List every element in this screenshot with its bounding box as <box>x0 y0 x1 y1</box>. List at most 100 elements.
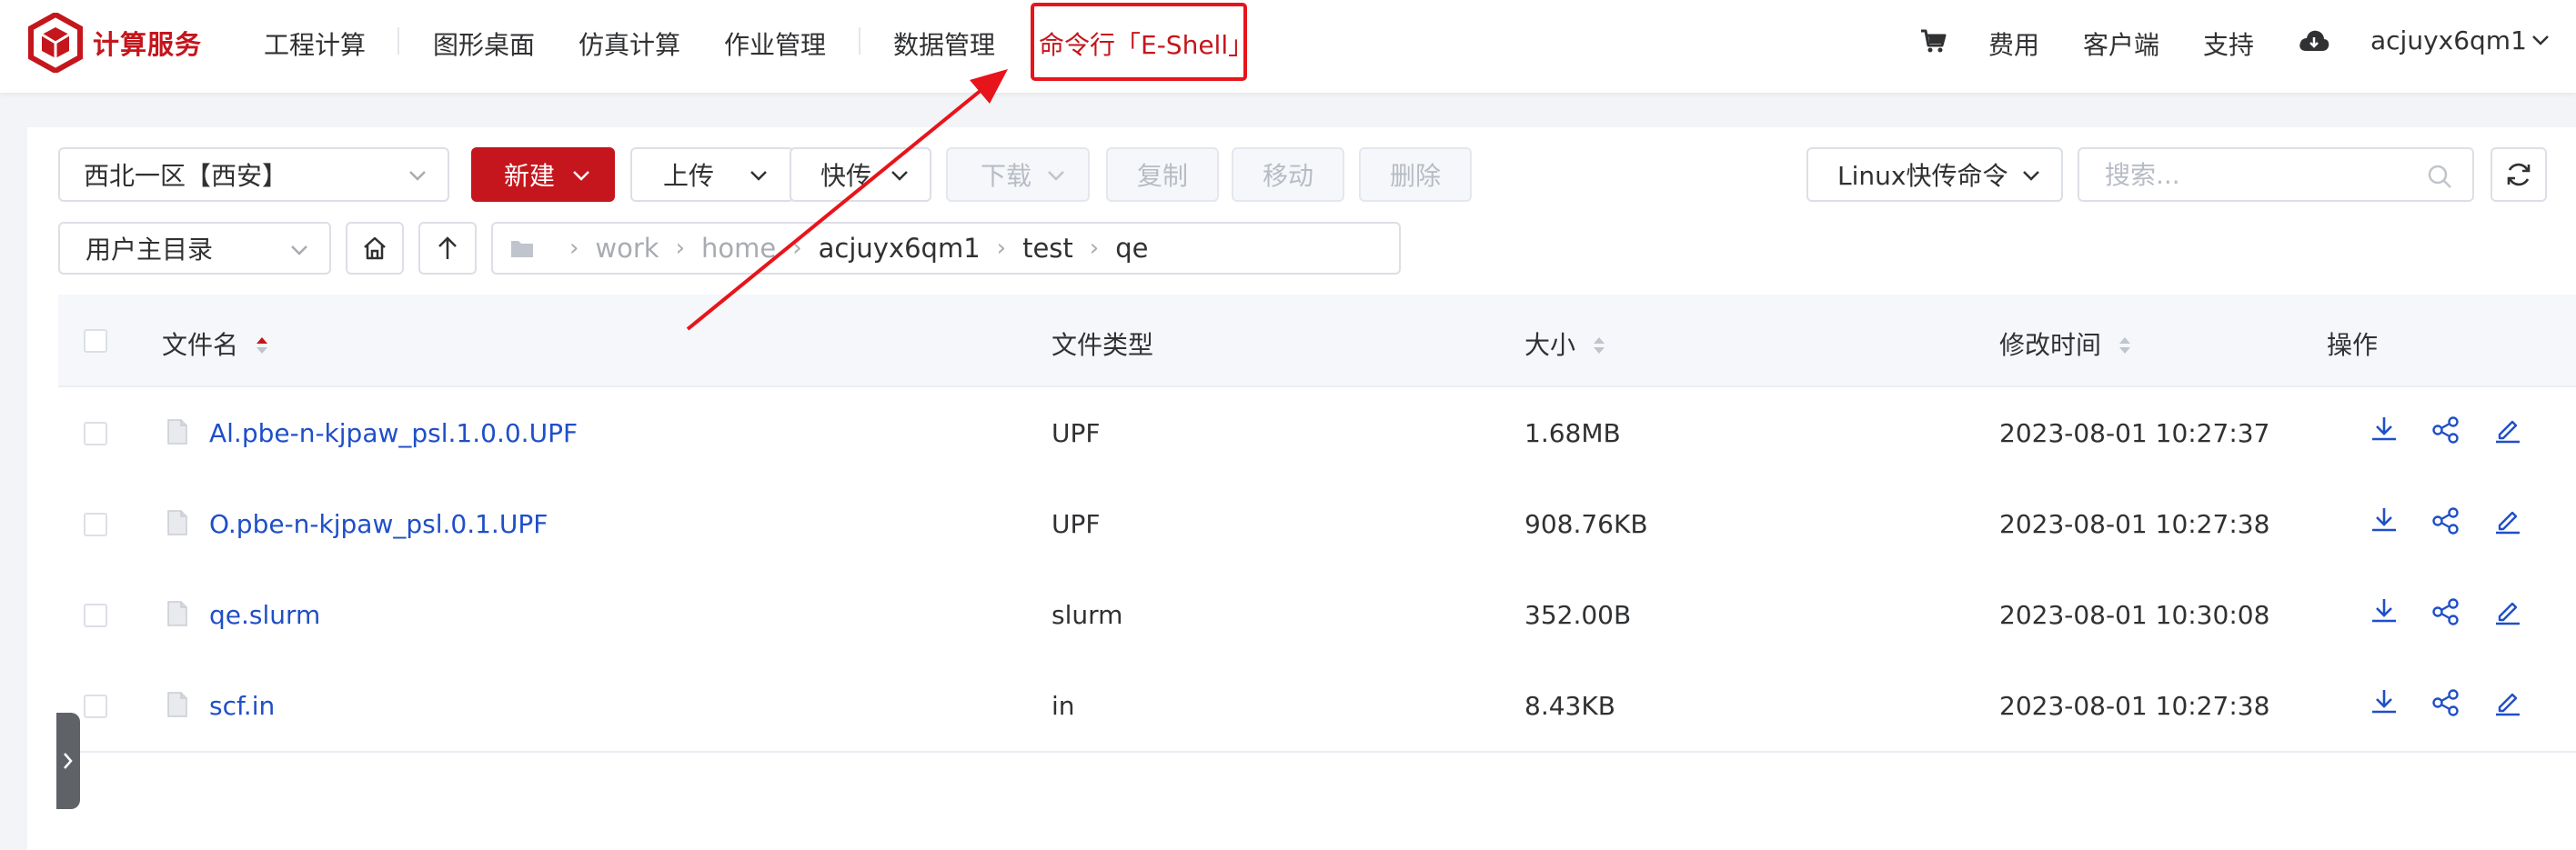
share-icon[interactable] <box>2430 596 2461 627</box>
chevron-down-icon[interactable] <box>2531 33 2551 47</box>
share-icon[interactable] <box>2430 687 2461 718</box>
nav-data-management[interactable]: 数据管理 <box>893 25 995 62</box>
table-row[interactable]: scf.in in 8.43KB 2023-08-01 10:27:38 <box>58 660 2576 753</box>
column-header-size[interactable]: 大小 <box>1524 325 1607 362</box>
new-button[interactable]: 新建 <box>471 147 615 202</box>
home-button[interactable] <box>346 222 404 275</box>
copy-button[interactable]: 复制 <box>1106 147 1219 202</box>
chevron-down-icon <box>2023 171 2039 181</box>
breadcrumb-separator: › <box>792 235 802 262</box>
table-row[interactable]: Al.pbe-n-kjpaw_psl.1.0.0.UPF UPF 1.68MB … <box>58 387 2576 480</box>
upload-button[interactable]: 上传 <box>630 147 794 202</box>
chevron-down-icon <box>409 171 426 181</box>
table-row[interactable]: O.pbe-n-kjpaw_psl.0.1.UPF UPF 908.76KB 2… <box>58 478 2576 571</box>
directory-scope-label: 用户主目录 <box>86 235 214 265</box>
file-name-link[interactable]: qe.slurm <box>209 600 320 630</box>
search-icon[interactable] <box>2427 164 2452 189</box>
new-label: 新建 <box>504 161 556 191</box>
breadcrumb-test[interactable]: test <box>1022 233 1073 264</box>
select-all-checkbox[interactable] <box>84 329 107 353</box>
file-name-link[interactable]: Al.pbe-n-kjpaw_psl.1.0.0.UPF <box>209 418 578 448</box>
breadcrumb-separator: › <box>996 235 1007 262</box>
cloud-download-icon[interactable] <box>2298 27 2330 55</box>
chevron-down-icon <box>1048 171 1064 181</box>
download-icon[interactable] <box>2369 505 2400 536</box>
user-menu[interactable]: acjuyx6qm1 <box>2370 25 2527 55</box>
linux-command-label: Linux快传命令 <box>1837 161 2008 191</box>
file-modified-time: 2023-08-01 10:27:38 <box>1999 509 2270 539</box>
edit-icon[interactable] <box>2492 687 2523 718</box>
move-button[interactable]: 移动 <box>1232 147 1344 202</box>
search-input[interactable] <box>2105 159 2414 190</box>
directory-scope-select[interactable]: 用户主目录 <box>58 222 331 275</box>
nav-client[interactable]: 客户端 <box>2083 25 2159 62</box>
brand-name[interactable]: 计算服务 <box>93 24 202 62</box>
row-checkbox[interactable] <box>84 422 107 445</box>
nav-job-management[interactable]: 作业管理 <box>724 25 826 62</box>
e-shell-highlight-box <box>1031 3 1247 81</box>
column-header-size-label: 大小 <box>1524 330 1576 360</box>
edit-icon[interactable] <box>2492 596 2523 627</box>
file-name-link[interactable]: O.pbe-n-kjpaw_psl.0.1.UPF <box>209 509 548 539</box>
nav-support[interactable]: 支持 <box>2203 25 2254 62</box>
nav-simulation[interactable]: 仿真计算 <box>579 25 680 62</box>
file-name-link[interactable]: scf.in <box>209 691 275 721</box>
breadcrumb: › work › home › acjuyx6qm1 › test › qe <box>491 222 1401 275</box>
column-header-modified[interactable]: 修改时间 <box>1999 325 2133 362</box>
nav-cost[interactable]: 费用 <box>1988 25 2039 62</box>
table-row[interactable]: qe.slurm slurm 352.00B 2023-08-01 10:30:… <box>58 569 2576 662</box>
edit-icon[interactable] <box>2492 505 2523 536</box>
arrow-up-icon <box>438 236 457 259</box>
sort-icon[interactable] <box>1591 334 1607 357</box>
file-modified-time: 2023-08-01 10:27:38 <box>1999 691 2270 721</box>
share-icon[interactable] <box>2430 415 2461 445</box>
breadcrumb-user[interactable]: acjuyx6qm1 <box>819 233 981 264</box>
file-type: in <box>1052 691 1075 721</box>
copy-label: 复制 <box>1136 161 1188 191</box>
breadcrumb-home[interactable]: home <box>701 233 776 264</box>
edit-icon[interactable] <box>2492 415 2523 445</box>
download-icon[interactable] <box>2369 687 2400 718</box>
sort-icon[interactable] <box>2117 334 2133 357</box>
linux-command-select[interactable]: Linux快传命令 <box>1806 147 2063 202</box>
region-select[interactable]: 西北一区【西安】 <box>58 147 449 202</box>
file-modified-time: 2023-08-01 10:30:08 <box>1999 600 2270 630</box>
download-icon[interactable] <box>2369 415 2400 445</box>
download-icon[interactable] <box>2369 596 2400 627</box>
parent-directory-button[interactable] <box>418 222 477 275</box>
download-button[interactable]: 下载 <box>946 147 1090 202</box>
chevron-down-icon <box>750 171 767 181</box>
share-icon[interactable] <box>2430 505 2461 536</box>
chevron-right-icon <box>64 753 73 769</box>
row-checkbox[interactable] <box>84 695 107 718</box>
column-header-name[interactable]: 文件名 <box>162 325 270 362</box>
breadcrumb-work[interactable]: work <box>595 233 659 264</box>
file-size: 908.76KB <box>1524 509 1648 539</box>
file-modified-time: 2023-08-01 10:27:37 <box>1999 418 2270 448</box>
refresh-button[interactable] <box>2490 147 2547 202</box>
file-manager-panel: 西北一区【西安】 新建 上传 快传 下载 复制 移动 删除 Linux快传命令 … <box>27 127 2576 850</box>
file-icon <box>167 510 187 535</box>
sidebar-toggle[interactable] <box>56 713 80 809</box>
fast-transfer-button[interactable]: 快传 <box>790 147 931 202</box>
row-checkbox[interactable] <box>84 513 107 536</box>
home-icon <box>364 236 386 260</box>
sort-ascending-icon[interactable] <box>254 334 270 357</box>
upload-label: 上传 <box>663 161 715 191</box>
cart-icon[interactable] <box>1919 27 1947 55</box>
delete-button[interactable]: 删除 <box>1359 147 1472 202</box>
cube-logo-icon[interactable] <box>27 13 84 73</box>
table-header: 文件名 文件类型 大小 修改时间 操作 <box>58 295 2576 387</box>
file-size: 8.43KB <box>1524 691 1615 721</box>
nav-engineering[interactable]: 工程计算 <box>264 25 366 62</box>
column-header-name-label: 文件名 <box>162 330 239 360</box>
file-type: UPF <box>1052 509 1101 539</box>
column-header-type[interactable]: 文件类型 <box>1052 325 1153 362</box>
chevron-down-icon <box>291 245 307 255</box>
download-label: 下载 <box>981 161 1032 191</box>
breadcrumb-qe[interactable]: qe <box>1115 233 1148 264</box>
nav-graphic-desktop[interactable]: 图形桌面 <box>433 25 535 62</box>
row-checkbox[interactable] <box>84 604 107 627</box>
chevron-down-icon <box>573 171 589 181</box>
search-box[interactable] <box>2078 147 2474 202</box>
